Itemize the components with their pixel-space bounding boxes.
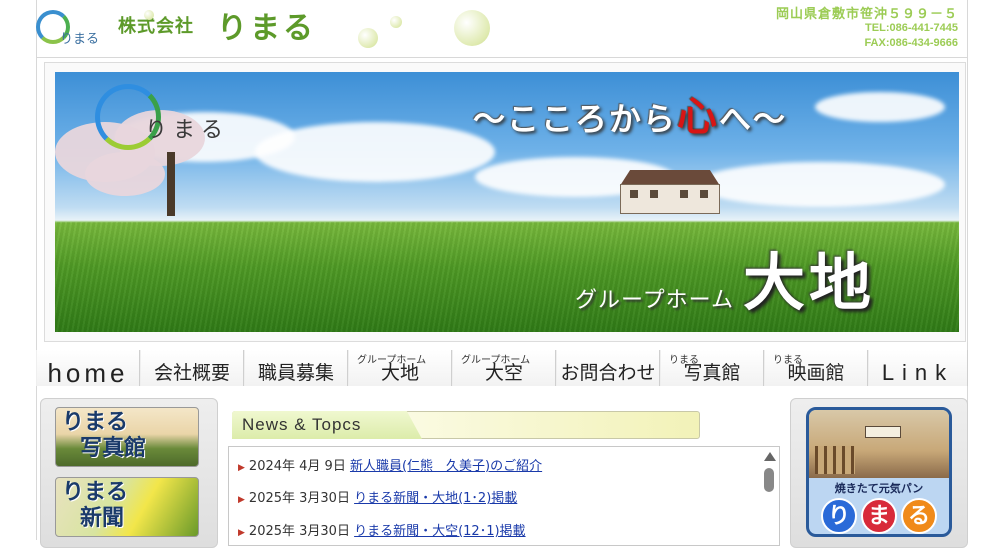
left-sidebar: りまる 写真館 りまる 新聞: [40, 398, 218, 548]
nav-movie-theater[interactable]: りまる 映画館: [764, 350, 868, 386]
nav-link[interactable]: Link: [868, 350, 968, 386]
address-text: 岡山県倉敷市笹沖５９９－５: [775, 6, 958, 21]
bakery-ball-ri: り: [821, 498, 857, 534]
bullet-icon: ▶: [238, 495, 245, 505]
scroll-thumb[interactable]: [764, 468, 774, 492]
banner-group-label: グループホーム: [575, 288, 735, 313]
news-item: ▶ 2024年 4月 9日 新人職員(仁熊 久美子)のご紹介: [238, 459, 543, 474]
nav-home[interactable]: home: [36, 350, 140, 386]
logo-ring-text: りまる: [60, 32, 100, 47]
nav-company-profile[interactable]: 会社概要: [140, 350, 244, 386]
company-address: 岡山県倉敷市笹沖５９９－５ TEL:086-441-7445 FAX:086-4…: [776, 6, 958, 51]
decorative-bubble-icon: [144, 10, 154, 20]
company-prefix: 株式会社: [118, 16, 194, 37]
scroll-up-arrow-icon[interactable]: [764, 452, 776, 461]
nav-contact[interactable]: お問合わせ: [556, 350, 660, 386]
banner-catchphrase: ～こころから心へ～: [473, 93, 788, 140]
news-item: ▶ 2025年 3月30日 りまる新聞・大地(1･2)掲載: [238, 491, 518, 506]
fax-text: FAX:086-434-9666: [864, 37, 958, 49]
nav-grouphome-ozora[interactable]: グループホーム 大空: [452, 350, 556, 386]
nav-grouphome-daichi[interactable]: グループホーム 大地: [348, 350, 452, 386]
newspaper-banner[interactable]: りまる 新聞: [55, 477, 199, 537]
bakery-ball-ru: る: [901, 498, 937, 534]
newspaper-banner-text: りまる 新聞: [62, 480, 129, 531]
bullet-icon: ▶: [238, 463, 245, 473]
decorative-bubble-icon: [454, 10, 490, 46]
bakery-banner[interactable]: 焼きたて元気パン り ま る: [806, 407, 952, 537]
nav-recruitment[interactable]: 職員募集: [244, 350, 348, 386]
news-title: News & Topcs: [242, 415, 362, 434]
banner-logo-text: りまる: [145, 118, 230, 143]
hero-banner: りまる ～こころから心へ～ グループホーム 大地: [55, 72, 959, 332]
nav-photo-gallery[interactable]: りまる 写真館: [660, 350, 764, 386]
banner-facility-name: 大地: [743, 246, 876, 319]
main-nav: home 会社概要 職員募集 グループホーム 大地 グループホーム 大空 お問合…: [36, 350, 968, 386]
tree-icon: [167, 152, 175, 216]
photo-gallery-banner[interactable]: りまる 写真館: [55, 407, 199, 467]
bakery-shop-icon: [809, 410, 949, 478]
tel-text: TEL:086-441-7445: [865, 22, 958, 34]
news-scrollbar[interactable]: [762, 450, 776, 544]
news-link[interactable]: りまる新聞・大地(1･2)掲載: [354, 491, 517, 506]
news-link[interactable]: 新人職員(仁熊 久美子)のご紹介: [350, 459, 542, 474]
bakery-ball-ma: ま: [861, 498, 897, 534]
company-name[interactable]: りまる: [217, 3, 316, 47]
news-link[interactable]: りまる新聞・大空(12･1)掲載: [354, 524, 525, 539]
news-item: ▶ 2025年 3月30日 りまる新聞・大空(12･1)掲載: [238, 524, 526, 539]
bakery-caption: 焼きたて元気パン: [834, 482, 924, 495]
decorative-bubble-icon: [358, 28, 378, 48]
header-divider: [36, 57, 968, 58]
bullet-icon: ▶: [238, 528, 245, 538]
photo-gallery-banner-text: りまる 写真館: [62, 410, 147, 461]
decorative-bubble-icon: [390, 16, 402, 28]
